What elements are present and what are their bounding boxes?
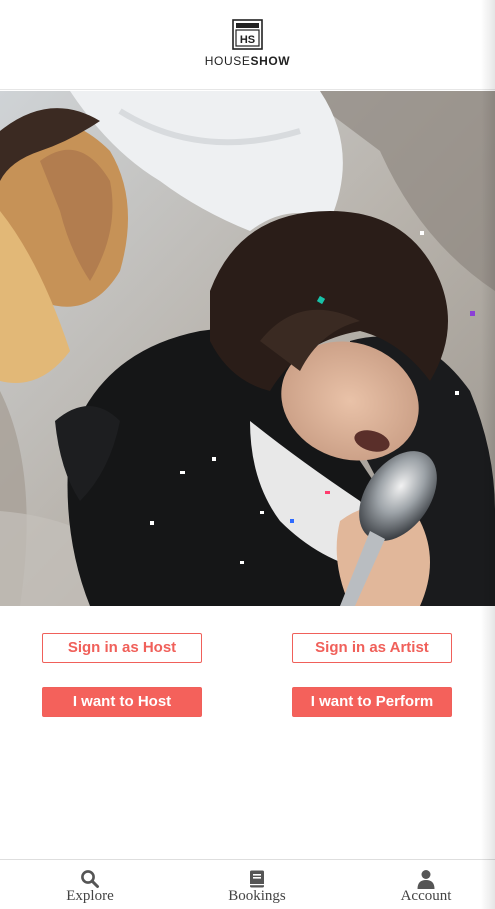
hero-image	[0, 91, 495, 606]
logo-word-show: SHOW	[250, 54, 291, 68]
book-icon	[250, 870, 264, 888]
logo-wordmark: HOUSESHOW	[205, 55, 290, 67]
nav-account-label: Account	[400, 888, 452, 904]
search-icon	[81, 870, 99, 888]
nav-account[interactable]: Account	[371, 860, 481, 909]
hero-photo-illustration	[0, 91, 495, 606]
nav-explore[interactable]: Explore	[35, 860, 145, 909]
sign-in-artist-button[interactable]: Sign in as Artist	[292, 633, 452, 663]
nav-bookings[interactable]: Bookings	[202, 860, 312, 909]
logo-word-house: HOUSE	[204, 54, 251, 68]
app-screen: HS HOUSESHOW Sign in as Host Sign in as …	[0, 0, 495, 909]
nav-bookings-label: Bookings	[228, 888, 286, 904]
want-to-host-button[interactable]: I want to Host	[42, 687, 202, 717]
bottom-nav: Explore Bookings Account	[0, 859, 495, 909]
header: HS HOUSESHOW	[0, 0, 495, 90]
houseshow-logo[interactable]: HS HOUSESHOW	[205, 19, 290, 67]
want-to-perform-button[interactable]: I want to Perform	[292, 687, 452, 717]
logo-mark-icon: HS	[232, 19, 263, 50]
nav-explore-label: Explore	[66, 888, 114, 904]
logo-mark-text: HS	[240, 34, 255, 46]
sign-in-host-button[interactable]: Sign in as Host	[42, 633, 202, 663]
user-icon	[417, 870, 435, 889]
